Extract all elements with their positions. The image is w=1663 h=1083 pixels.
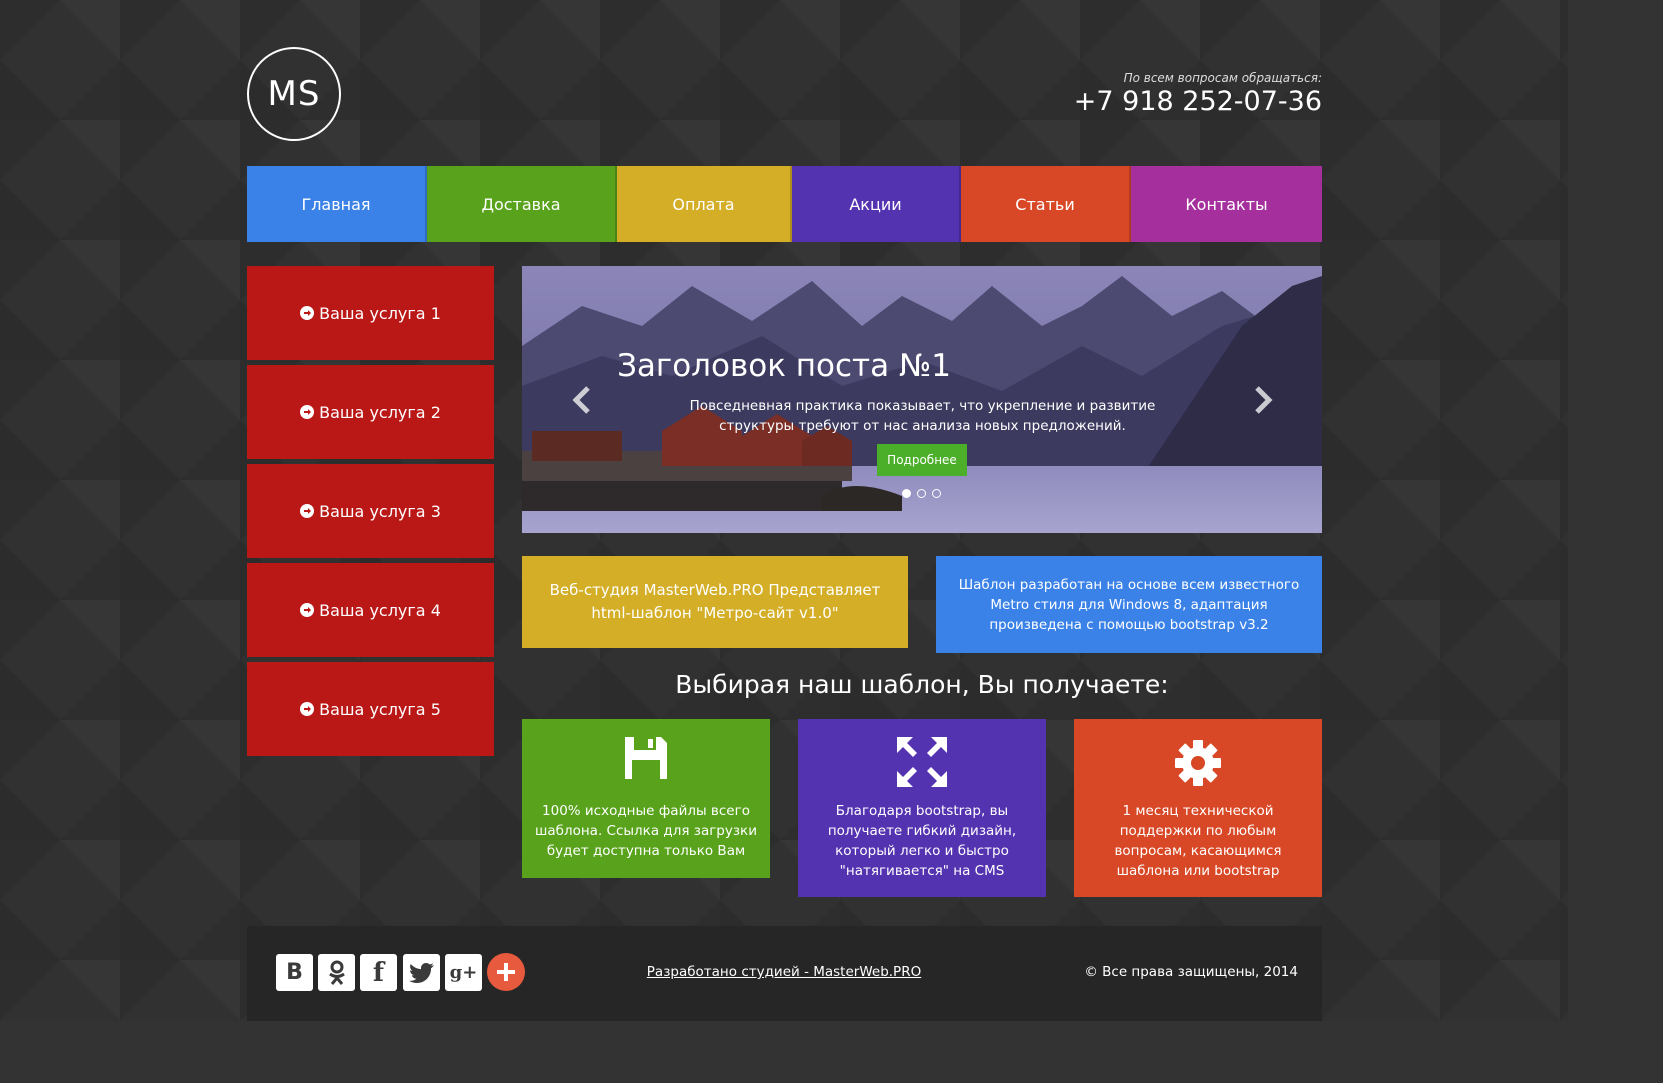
plus-icon xyxy=(497,963,515,981)
slider-next-button[interactable] xyxy=(1248,380,1278,420)
page: MS По всем вопросам обращаться: +7 918 2… xyxy=(0,0,1568,1021)
read-more-label: Подробнее xyxy=(887,453,957,467)
odnoklassniki-icon[interactable] xyxy=(318,954,355,991)
nav-item-label: Доставка xyxy=(481,194,561,214)
service-item-3[interactable]: Ваша услуга 3 xyxy=(247,464,494,558)
service-label: Ваша услуга 2 xyxy=(319,402,441,422)
facebook-glyph: f xyxy=(372,957,385,988)
service-label: Ваша услуга 4 xyxy=(319,600,441,620)
feature-text: 100% исходные файлы всего шаблона. Ссылк… xyxy=(535,803,757,859)
service-label: Ваша услуга 1 xyxy=(319,303,441,323)
nav-item-promotions[interactable]: Акции xyxy=(792,166,961,242)
contact-caption: По всем вопросам обращаться: xyxy=(1123,71,1322,85)
main-nav: Главная Доставка Оплата Акции Статьи Кон… xyxy=(247,166,1322,242)
logo-text: MS xyxy=(267,74,321,114)
nav-item-payment[interactable]: Оплата xyxy=(617,166,792,242)
slider-dot-3[interactable] xyxy=(932,489,941,498)
copyright-text: © Все права защищены, 2014 xyxy=(1084,964,1298,980)
features-title: Выбирая наш шаблон, Вы получаете: xyxy=(675,670,1169,699)
contact-phone: +7 918 252-07-36 xyxy=(1073,86,1322,117)
arrow-right-circle-icon xyxy=(300,306,315,320)
slide-text: Повседневная практика показывает, что ук… xyxy=(689,398,1156,434)
twitter-glyph xyxy=(408,962,434,983)
arrow-right-circle-icon xyxy=(300,702,315,716)
info-box-template: Шаблон разработан на основе всем известн… xyxy=(936,556,1322,653)
gear-icon xyxy=(1074,739,1322,789)
info-box-text: Веб-студия MasterWeb.PRO Представляет ht… xyxy=(549,581,881,622)
read-more-button[interactable]: Подробнее xyxy=(877,444,967,476)
arrow-right-circle-icon xyxy=(300,504,315,518)
feature-card-responsive: Благодаря bootstrap, вы получаете гибкий… xyxy=(798,719,1046,897)
service-item-1[interactable]: Ваша услуга 1 xyxy=(247,266,494,360)
nav-item-delivery[interactable]: Доставка xyxy=(427,166,617,242)
nav-item-label: Статьи xyxy=(1015,194,1075,214)
slider-dot-1[interactable] xyxy=(902,489,911,498)
twitter-icon[interactable] xyxy=(403,954,440,991)
feature-card-source-files: 100% исходные файлы всего шаблона. Ссылк… xyxy=(522,719,770,878)
arrow-right-circle-icon xyxy=(300,603,315,617)
info-box-studio: Веб-студия MasterWeb.PRO Представляет ht… xyxy=(522,556,908,648)
feature-card-support: 1 месяц технической поддержки по любым в… xyxy=(1074,719,1322,897)
chevron-left-icon xyxy=(572,386,590,414)
google-plus-glyph: g+ xyxy=(449,962,478,983)
nav-item-home[interactable]: Главная xyxy=(247,166,427,242)
nav-item-label: Главная xyxy=(301,194,371,214)
logo[interactable]: MS xyxy=(247,47,341,141)
slide-title: Заголовок поста №1 xyxy=(617,348,951,384)
service-item-4[interactable]: Ваша услуга 4 xyxy=(247,563,494,657)
nav-item-articles[interactable]: Статьи xyxy=(961,166,1131,242)
floppy-disk-icon xyxy=(522,735,770,785)
vk-icon[interactable]: B xyxy=(276,954,313,991)
chevron-right-icon xyxy=(1255,386,1273,414)
facebook-icon[interactable]: f xyxy=(360,954,397,991)
google-plus-icon[interactable]: g+ xyxy=(445,954,482,991)
feature-text: 1 месяц технической поддержки по любым в… xyxy=(1114,803,1282,879)
nav-item-label: Оплата xyxy=(672,194,735,214)
nav-item-contacts[interactable]: Контакты xyxy=(1131,166,1322,242)
service-label: Ваша услуга 5 xyxy=(319,699,441,719)
add-share-icon[interactable] xyxy=(487,953,525,991)
fullscreen-icon xyxy=(798,737,1046,787)
feature-text: Благодаря bootstrap, вы получаете гибкий… xyxy=(827,803,1017,879)
nav-item-label: Контакты xyxy=(1185,194,1268,214)
credit-link[interactable]: Разработано студией - MasterWeb.PRO xyxy=(600,964,968,980)
slider-prev-button[interactable] xyxy=(567,380,597,420)
odnoklassniki-glyph xyxy=(328,960,345,985)
arrow-right-circle-icon xyxy=(300,405,315,419)
vk-glyph: B xyxy=(286,960,303,985)
nav-item-label: Акции xyxy=(849,194,902,214)
service-label: Ваша услуга 3 xyxy=(319,501,441,521)
slider-dot-2[interactable] xyxy=(917,489,926,498)
service-item-5[interactable]: Ваша услуга 5 xyxy=(247,662,494,756)
info-box-text: Шаблон разработан на основе всем известн… xyxy=(958,576,1300,633)
